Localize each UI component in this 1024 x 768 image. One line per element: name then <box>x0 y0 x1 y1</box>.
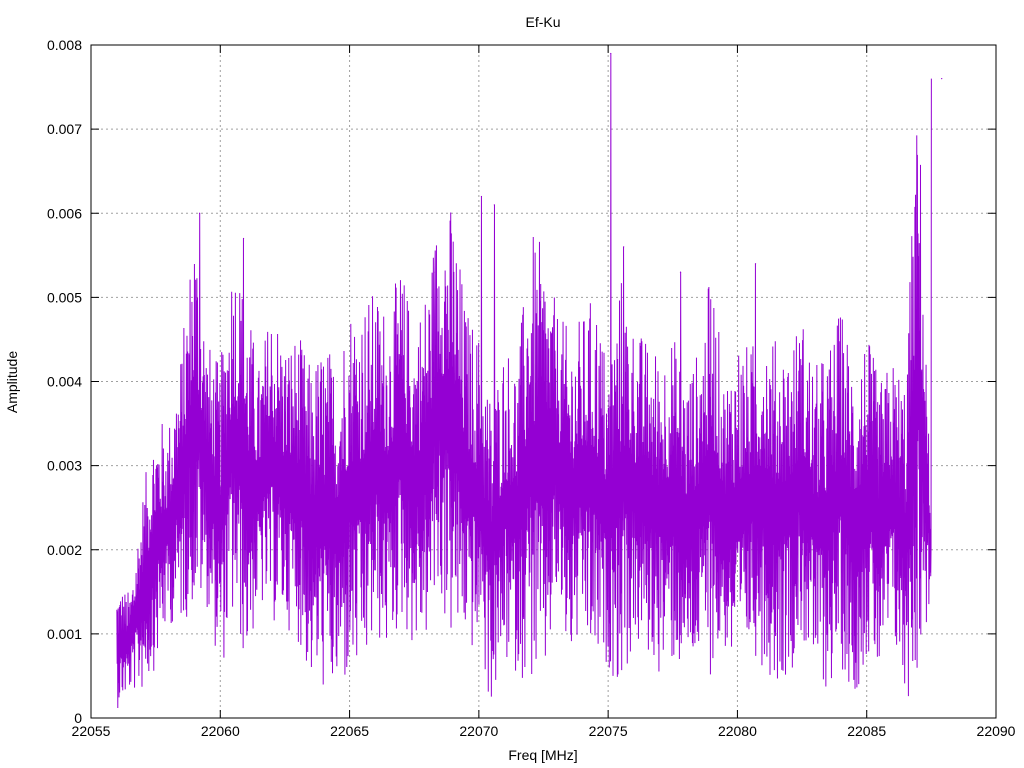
peak-point <box>610 52 612 55</box>
peak-point <box>941 78 943 80</box>
peak-point <box>199 212 201 214</box>
x-axis-label: Freq [MHz] <box>508 747 577 763</box>
y-tick-label: 0.005 <box>47 289 82 305</box>
y-tick-label: 0.008 <box>47 37 82 53</box>
y-tick-label: 0.001 <box>47 626 82 642</box>
y-tick-label: 0.007 <box>47 121 82 137</box>
x-tick-label: 22090 <box>977 723 1016 739</box>
peak-point <box>754 263 757 265</box>
x-tick-label: 22060 <box>201 723 240 739</box>
peak-point <box>493 204 495 206</box>
chart-title: Ef-Ku <box>525 14 560 30</box>
peak-point <box>242 237 245 240</box>
peak-point <box>480 195 483 198</box>
x-tick-label: 22080 <box>718 723 757 739</box>
y-axis-label: Amplitude <box>4 351 20 413</box>
y-tick-label: 0.002 <box>47 542 82 558</box>
y-tick-label: 0.003 <box>47 458 82 474</box>
x-tick-label: 22070 <box>459 723 498 739</box>
peak-point <box>679 271 682 273</box>
peak-point <box>434 271 436 273</box>
peak-point <box>623 246 625 248</box>
y-tick-label: 0.004 <box>47 374 82 390</box>
y-tick-label: 0 <box>74 710 82 726</box>
x-tick-label: 22085 <box>847 723 886 739</box>
x-tick-label: 22075 <box>589 723 628 739</box>
y-tick-label: 0.006 <box>47 205 82 221</box>
x-tick-label: 22065 <box>330 723 369 739</box>
chart: 22055 22060 22065 22070 22075 22080 22085 22090… <box>0 0 1024 768</box>
